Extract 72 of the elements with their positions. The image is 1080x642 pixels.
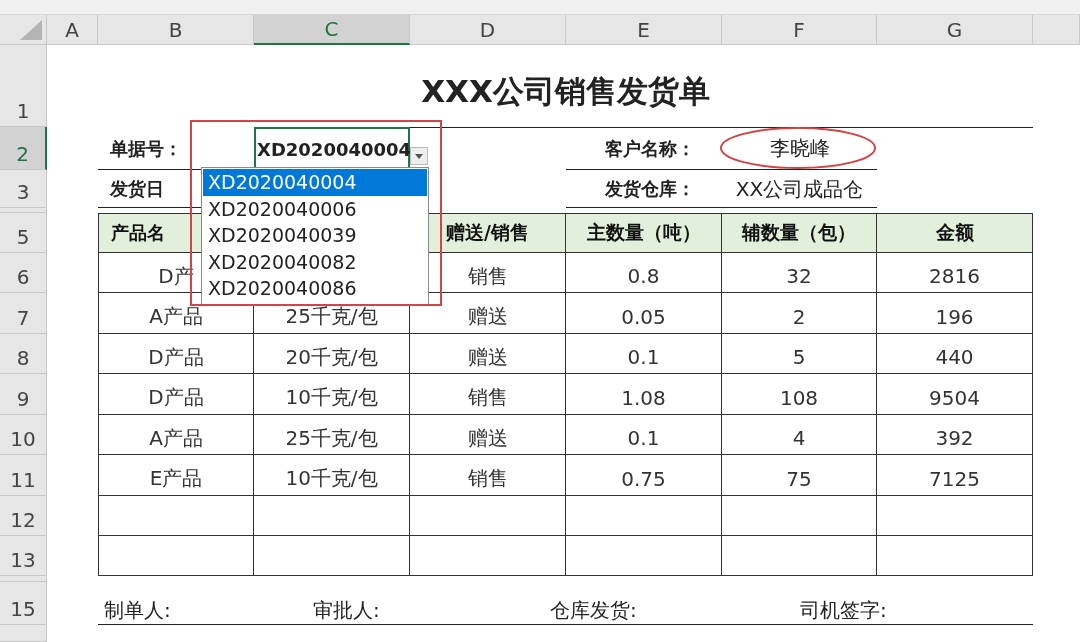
row-header[interactable]: 8 <box>0 334 47 374</box>
signature-label: 制单人: <box>104 596 172 624</box>
column-header[interactable]: E <box>566 15 722 45</box>
caret-icon <box>415 153 423 159</box>
table-cell: 2816 <box>877 253 1033 293</box>
field-label: 单据号： <box>110 136 182 161</box>
row-header[interactable]: 11 <box>0 455 47 496</box>
row-header[interactable]: 3 <box>0 170 47 208</box>
table-cell: 10千克/包 <box>254 374 410 415</box>
table-cell: 销售 <box>410 374 566 415</box>
field-label: 发货日 <box>110 177 164 201</box>
table-cell: E产品 <box>98 455 254 496</box>
table-cell: 0.75 <box>566 455 722 496</box>
row-header[interactable]: 6 <box>0 253 47 293</box>
column-header[interactable]: A <box>47 15 98 45</box>
table-cell: 9504 <box>877 374 1033 415</box>
table-cell: 4 <box>722 415 877 455</box>
table-cell: 20千克/包 <box>254 334 410 374</box>
column-header[interactable]: G <box>877 15 1033 45</box>
row-header[interactable]: 5 <box>0 213 47 253</box>
table-cell: 0.1 <box>566 415 722 455</box>
table-cell: D产品 <box>98 374 254 415</box>
table-cell: 440 <box>877 334 1033 374</box>
signature-label: 审批人: <box>313 596 381 624</box>
table-cell: 10千克/包 <box>254 455 410 496</box>
row-header[interactable] <box>0 208 47 213</box>
row-header[interactable] <box>0 625 47 642</box>
column-header[interactable]: C <box>254 15 410 45</box>
sheet-title: XXX公司销售发货单 <box>421 72 710 111</box>
row-header[interactable]: 12 <box>0 496 47 536</box>
row-header[interactable]: 10 <box>0 415 47 455</box>
table-cell: 2 <box>722 293 877 334</box>
column-header[interactable] <box>1033 15 1080 45</box>
table-header-cell: 金额 <box>877 213 1033 253</box>
row-header[interactable] <box>0 576 47 582</box>
column-header[interactable]: B <box>98 15 254 45</box>
table-header-cell: 主数量（吨） <box>566 213 722 253</box>
row-header[interactable]: 13 <box>0 536 47 576</box>
table-cell: 0.05 <box>566 293 722 334</box>
row-header[interactable]: 1 <box>0 45 47 127</box>
dropdown-option[interactable]: XD2020040004 <box>203 169 427 196</box>
signature-label: 仓库发货: <box>550 596 638 624</box>
table-cell: 5 <box>722 334 877 374</box>
customer-name: 李晓峰 <box>769 135 830 162</box>
table-cell: 196 <box>877 293 1033 334</box>
column-header[interactable]: F <box>722 15 877 45</box>
table-cell: 赠送 <box>410 415 566 455</box>
table-cell: 销售 <box>410 455 566 496</box>
warehouse-name: XX公司成品仓 <box>735 175 864 203</box>
row-header[interactable]: 15 <box>0 582 47 625</box>
row-header[interactable]: 9 <box>0 374 47 415</box>
table-cell: A产品 <box>98 415 254 455</box>
row-header[interactable]: 7 <box>0 293 47 334</box>
select-all-corner[interactable] <box>0 15 47 45</box>
table-cell: 赠送 <box>410 334 566 374</box>
signature-label: 司机签字: <box>800 596 888 624</box>
field-label: 客户名称： <box>605 136 695 161</box>
table-cell: D产品 <box>98 334 254 374</box>
table-cell: 1.08 <box>566 374 722 415</box>
table-cell: 32 <box>722 253 877 293</box>
table-cell: 392 <box>877 415 1033 455</box>
table-cell: 108 <box>722 374 877 415</box>
dropdown-button[interactable] <box>410 147 428 165</box>
row-header[interactable]: 2 <box>0 127 47 170</box>
table-cell: 75 <box>722 455 877 496</box>
table-cell: 7125 <box>877 455 1033 496</box>
table-cell: 25千克/包 <box>254 415 410 455</box>
table-cell: 0.1 <box>566 334 722 374</box>
field-label: 发货仓库： <box>605 177 695 201</box>
table-header-cell: 辅数量（包） <box>722 213 877 253</box>
column-header[interactable]: D <box>410 15 566 45</box>
table-cell: 0.8 <box>566 253 722 293</box>
